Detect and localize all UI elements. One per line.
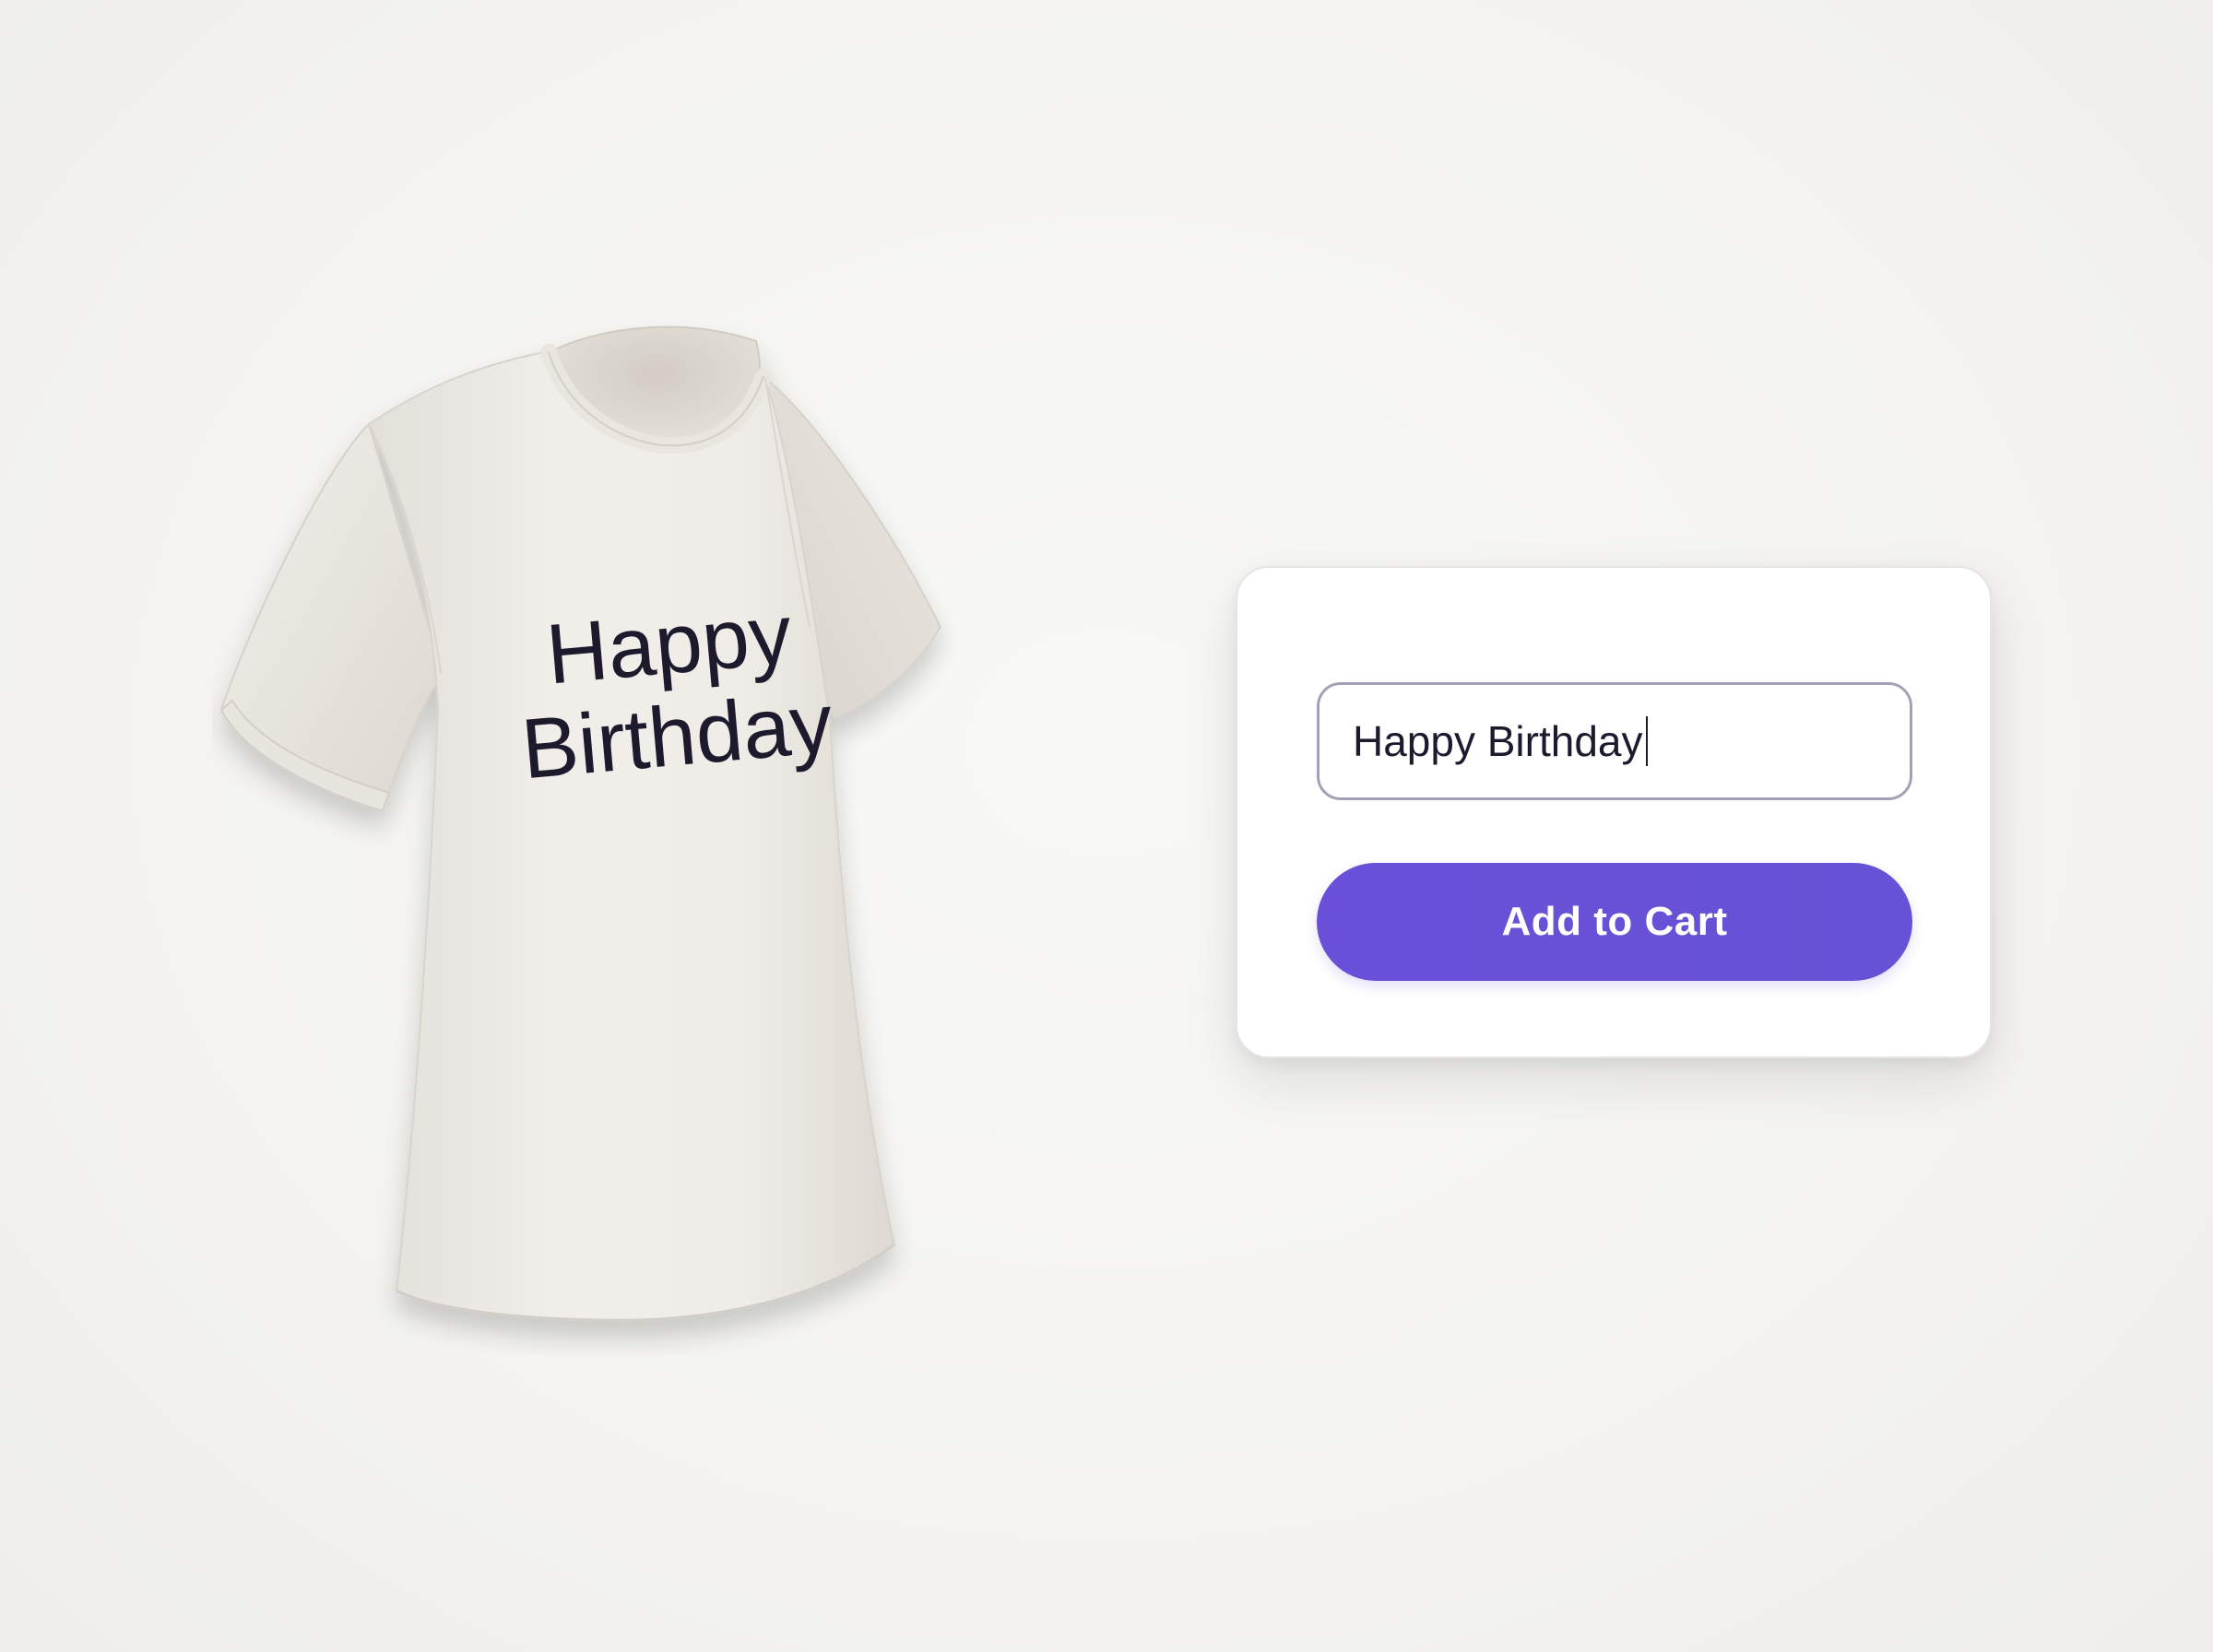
- custom-text-value: Happy Birthday: [1353, 717, 1643, 765]
- add-to-cart-button[interactable]: Add to Cart: [1317, 863, 1912, 981]
- product-customizer-scene: Happy Birthday Happy Birthday Add to Car…: [0, 0, 2213, 1652]
- customization-card: Happy Birthday Add to Cart: [1236, 566, 1992, 1058]
- tshirt-icon: Happy Birthday: [212, 323, 1097, 1355]
- custom-text-input[interactable]: Happy Birthday: [1317, 682, 1912, 800]
- text-caret: [1645, 716, 1648, 766]
